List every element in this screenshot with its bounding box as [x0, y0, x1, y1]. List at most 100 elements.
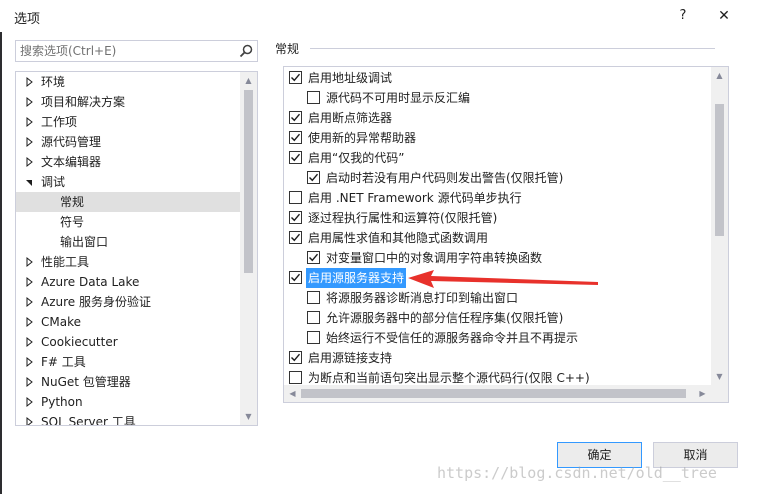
- title-bar: 选项 ? ✕: [0, 0, 758, 32]
- tree-item[interactable]: 文本编辑器: [16, 152, 242, 172]
- options-list[interactable]: 启用地址级调试 源代码不可用时显示反汇编 启用断点筛选器 使用新的异常帮助器 启用“仅我…: [283, 66, 729, 403]
- option-checkbox[interactable]: [289, 351, 302, 364]
- tree-item-label: Cookiecutter: [41, 335, 118, 349]
- tree-item-label: 性能工具: [41, 255, 90, 269]
- tree-item[interactable]: CMake: [16, 312, 242, 332]
- help-button[interactable]: ?: [672, 5, 694, 27]
- tree-item[interactable]: 符号: [16, 212, 242, 232]
- triangle-right-icon[interactable]: [25, 292, 35, 312]
- option-label: 启用源服务器支持: [306, 268, 407, 288]
- triangle-right-icon[interactable]: [25, 252, 35, 272]
- tree-item-label: Azure Data Lake: [41, 275, 140, 289]
- option-checkbox[interactable]: [307, 311, 320, 324]
- option-checkbox[interactable]: [289, 271, 302, 284]
- tree-item[interactable]: 工作项: [16, 112, 242, 132]
- watermark-text: https://blog.csdn.net/old__tree: [437, 464, 717, 482]
- tree-item[interactable]: Cookiecutter: [16, 332, 242, 352]
- option-checkbox[interactable]: [307, 331, 320, 344]
- option-checkbox[interactable]: [289, 71, 302, 84]
- triangle-right-icon[interactable]: [25, 152, 35, 172]
- tree-item-label: CMake: [41, 315, 81, 329]
- option-checkbox[interactable]: [307, 251, 320, 264]
- triangle-right-icon[interactable]: [25, 132, 35, 152]
- triangle-right-icon[interactable]: [25, 312, 35, 332]
- triangle-right-icon[interactable]: [25, 372, 35, 392]
- triangle-right-icon[interactable]: [25, 392, 35, 412]
- section-divider: [310, 48, 715, 49]
- tree-item[interactable]: Azure 服务身份验证: [16, 292, 242, 312]
- option-checkbox[interactable]: [289, 211, 302, 224]
- tree-item-label: NuGet 包管理器: [41, 375, 131, 389]
- option-checkbox[interactable]: [307, 171, 320, 184]
- option-label: 启用地址级调试: [308, 71, 393, 85]
- tree-item[interactable]: 调试: [16, 172, 242, 192]
- tree-item[interactable]: 项目和解决方案: [16, 92, 242, 112]
- option-label: 启用“仅我的代码”: [308, 151, 405, 165]
- tree-item-label: 常规: [60, 195, 85, 209]
- triangle-right-icon[interactable]: [25, 112, 35, 132]
- option-checkbox[interactable]: [307, 291, 320, 304]
- options-vertical-scrollbar[interactable]: ▲ ▼: [711, 67, 728, 385]
- tree-item[interactable]: NuGet 包管理器: [16, 372, 242, 392]
- tree-item[interactable]: Python: [16, 392, 242, 412]
- option-checkbox[interactable]: [289, 111, 302, 124]
- tree-item[interactable]: 环境: [16, 72, 242, 92]
- option-checkbox[interactable]: [289, 151, 302, 164]
- scroll-down-icon[interactable]: ▼: [711, 368, 728, 385]
- tree-item-label: 调试: [41, 175, 66, 189]
- tree-scroll-thumb[interactable]: [244, 90, 253, 273]
- tree-item[interactable]: Azure Data Lake: [16, 272, 242, 292]
- tree-vertical-scrollbar[interactable]: ▲ ▼: [240, 72, 257, 425]
- tree-item-label: 文本编辑器: [41, 155, 102, 169]
- option-checkbox[interactable]: [289, 231, 302, 244]
- section-title: 常规: [275, 42, 300, 56]
- option-label: 逐过程执行属性和运算符(仅限托管): [308, 211, 498, 225]
- scroll-right-icon[interactable]: ▶: [694, 385, 711, 402]
- tree-item-label: SQL Server 工具: [41, 415, 136, 426]
- search-input[interactable]: [16, 41, 226, 61]
- check-icon: [291, 273, 301, 282]
- option-label: 使用新的异常帮助器: [308, 131, 417, 145]
- triangle-right-icon[interactable]: [25, 412, 35, 425]
- triangle-down-icon[interactable]: [25, 172, 35, 192]
- close-button[interactable]: ✕: [713, 5, 735, 27]
- triangle-right-icon[interactable]: [25, 352, 35, 372]
- scroll-down-icon[interactable]: ▼: [240, 408, 257, 425]
- triangle-right-icon[interactable]: [25, 332, 35, 352]
- tree-item-label: Azure 服务身份验证: [41, 295, 151, 309]
- option-label: 允许源服务器中的部分信任程序集(仅限托管): [326, 311, 564, 325]
- options-tree[interactable]: 环境项目和解决方案 工作项源代码管理文本编辑器调试常规符号输出窗口性能工具 Azur…: [15, 71, 258, 426]
- scroll-left-icon[interactable]: ◀: [284, 385, 301, 402]
- check-icon: [291, 113, 301, 122]
- tree-item[interactable]: F# 工具: [16, 352, 242, 372]
- option-checkbox[interactable]: [307, 91, 320, 104]
- tree-item[interactable]: 输出窗口: [16, 232, 242, 252]
- tree-item-label: 项目和解决方案: [41, 95, 126, 109]
- option-label: 始终运行不受信任的源服务器命令并且不再提示: [326, 331, 579, 345]
- scroll-up-icon[interactable]: ▲: [711, 67, 728, 84]
- tree-item-label: 环境: [41, 75, 66, 89]
- option-label: 源代码不可用时显示反汇编: [326, 91, 471, 105]
- triangle-right-icon[interactable]: [25, 92, 35, 112]
- options-hscroll-thumb[interactable]: [301, 389, 686, 398]
- tree-item[interactable]: 性能工具: [16, 252, 242, 272]
- triangle-right-icon[interactable]: [25, 272, 35, 292]
- check-icon: [291, 233, 301, 242]
- tree-item-label: 输出窗口: [60, 235, 109, 249]
- scroll-corner: [711, 385, 728, 402]
- search-box[interactable]: [15, 40, 258, 62]
- tree-item[interactable]: SQL Server 工具: [16, 412, 242, 426]
- tree-item[interactable]: 源代码管理: [16, 132, 242, 152]
- scroll-up-icon[interactable]: ▲: [240, 72, 257, 89]
- triangle-right-icon[interactable]: [25, 72, 35, 92]
- option-checkbox[interactable]: [289, 131, 302, 144]
- tree-item[interactable]: 常规: [16, 192, 242, 212]
- options-horizontal-scrollbar[interactable]: ◀ ▶: [284, 385, 711, 402]
- tree-item-label: 工作项: [41, 115, 78, 129]
- tree-item-label: 源代码管理: [41, 135, 102, 149]
- options-scroll-thumb[interactable]: [715, 104, 724, 236]
- search-icon[interactable]: [239, 44, 253, 58]
- check-icon: [291, 73, 301, 82]
- option-checkbox[interactable]: [289, 191, 302, 204]
- option-checkbox[interactable]: [289, 371, 302, 384]
